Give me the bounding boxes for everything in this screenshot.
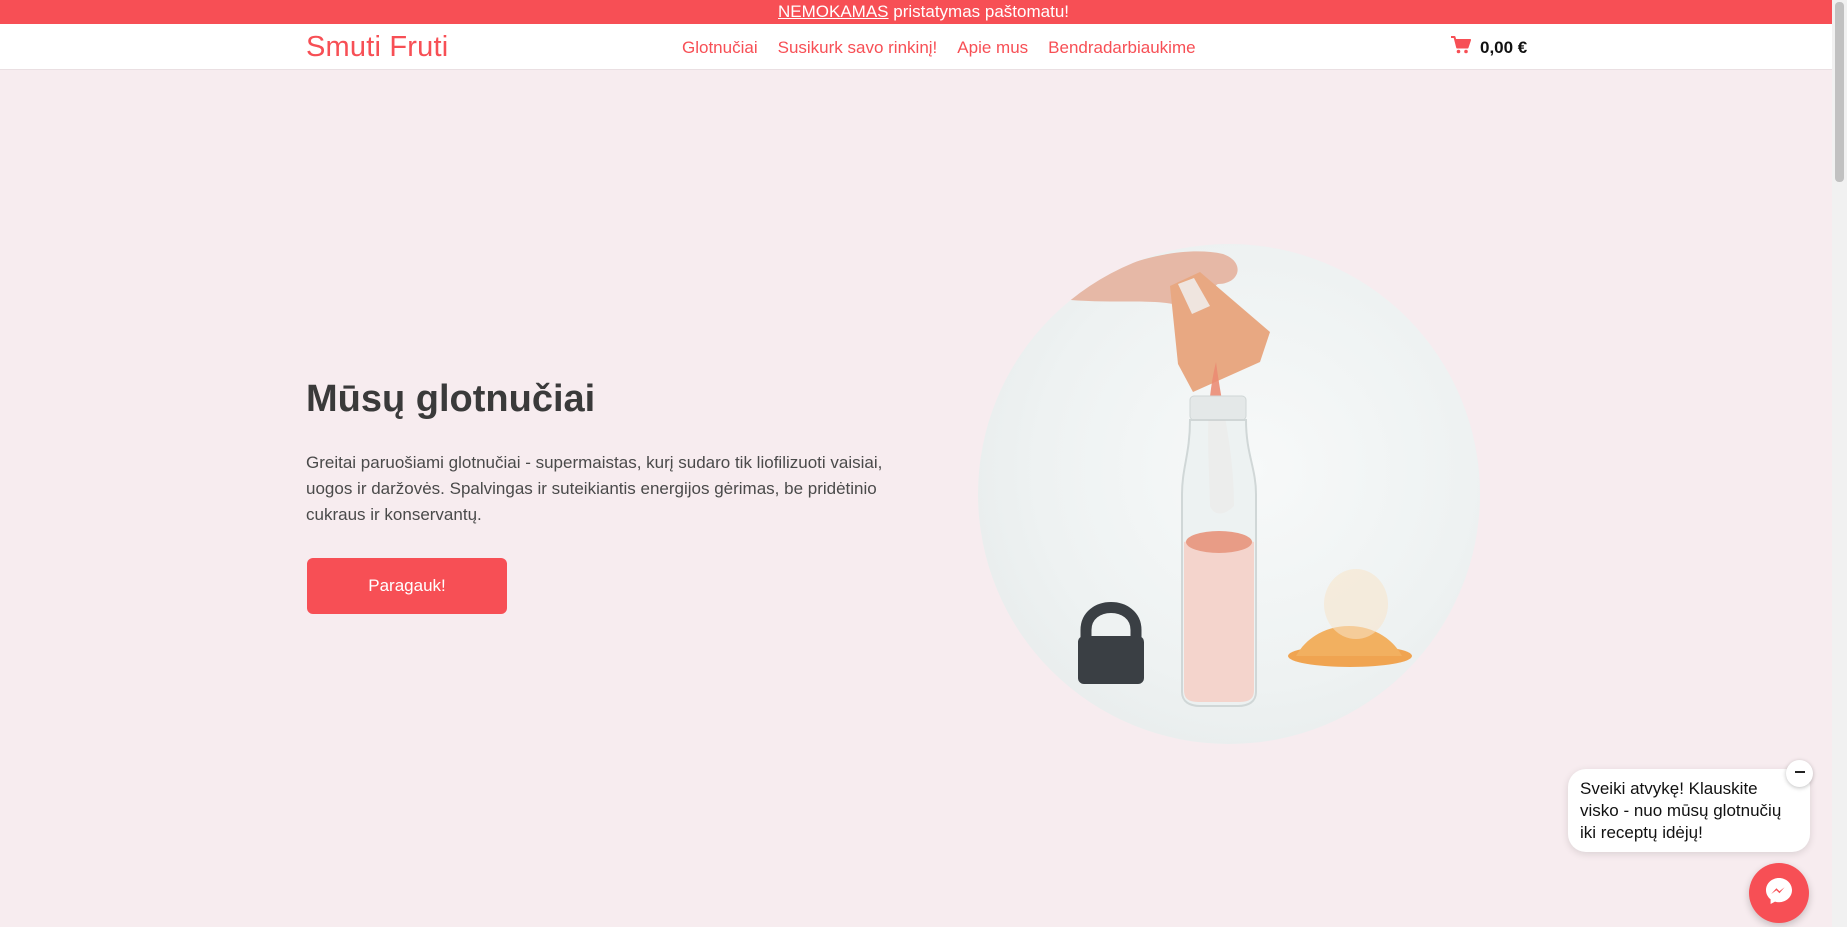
chat-welcome-message: Sveiki atvykę! Klauskite visko - nuo mūs… (1580, 779, 1782, 842)
hero-title: Mūsų glotnučiai (306, 378, 596, 420)
site-header: Smuti Fruti Glotnučiai Susikurk savo rin… (0, 24, 1832, 70)
chat-welcome-bubble[interactable]: Sveiki atvykę! Klauskite visko - nuo mūs… (1568, 769, 1810, 852)
nav-link-glotnuciai[interactable]: Glotnučiai (682, 38, 758, 58)
chat-close-button[interactable] (1786, 760, 1813, 787)
promo-text: pristatymas paštomatu! (888, 2, 1069, 21)
hero-description: Greitai paruošiami glotnučiai - supermai… (306, 453, 883, 524)
scrollbar-thumb[interactable] (1835, 2, 1844, 182)
page-scrollbar[interactable] (1832, 0, 1847, 927)
promo-bar: NEMOKAMAS pristatymas paštomatu! (0, 0, 1847, 24)
nav-link-bendradarbiaukime[interactable]: Bendradarbiaukime (1048, 38, 1195, 58)
messenger-icon (1763, 875, 1795, 912)
promo-free-link[interactable]: NEMOKAMAS (778, 2, 889, 21)
taste-button[interactable]: Paragauk! (307, 558, 507, 614)
nav-link-apie-mus[interactable]: Apie mus (957, 38, 1028, 58)
nav-link-susikurk-rinkini[interactable]: Susikurk savo rinkinį! (778, 38, 938, 58)
main-nav: Glotnučiai Susikurk savo rinkinį! Apie m… (682, 38, 1196, 58)
site-logo[interactable]: Smuti Fruti (306, 31, 448, 64)
cart-button[interactable]: 0,00 € (1451, 36, 1527, 59)
hero-image (978, 244, 1480, 744)
cart-total: 0,00 € (1480, 37, 1528, 57)
messenger-chat-button[interactable] (1749, 863, 1809, 923)
minus-icon (1794, 765, 1806, 783)
cart-icon (1451, 36, 1471, 59)
